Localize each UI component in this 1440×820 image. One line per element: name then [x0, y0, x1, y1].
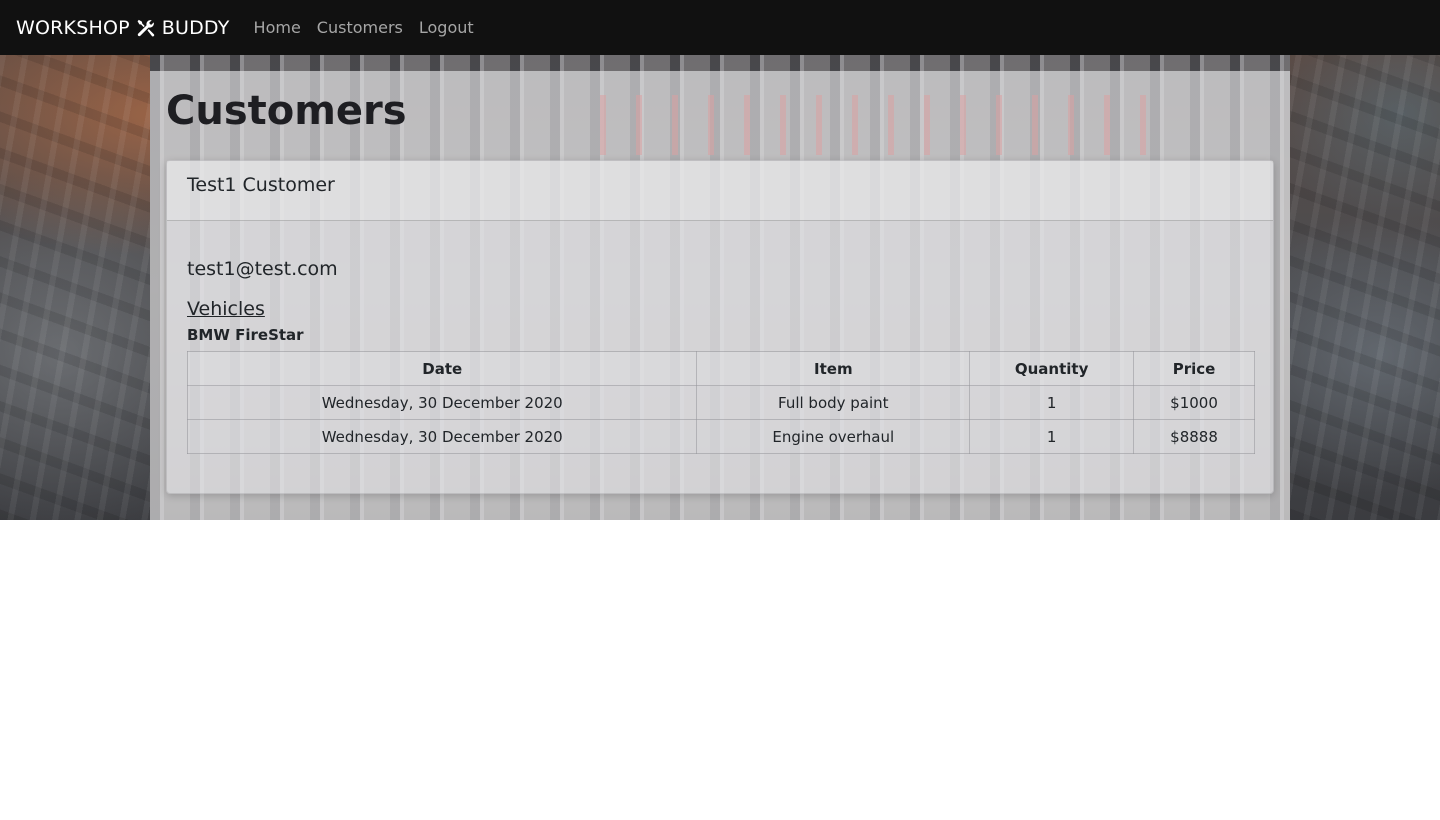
nav-link-logout[interactable]: Logout	[411, 18, 482, 37]
brand-text-right: BUDDY	[161, 16, 230, 39]
nav-links: Home Customers Logout	[246, 18, 482, 37]
column-header-item: Item	[696, 351, 971, 386]
table-row: Wednesday, 30 December 2020 Engine overh…	[186, 419, 1255, 454]
nav-link-home[interactable]: Home	[246, 18, 309, 37]
customer-email: test1@test.com	[187, 258, 338, 280]
cell-price: $1000	[1133, 385, 1255, 420]
cell-quantity: 1	[969, 385, 1135, 420]
navbar: WORKSHOP BUDDY Home Customers Logout	[0, 0, 1440, 55]
page-title: Customers	[166, 88, 407, 134]
column-header-quantity: Quantity	[969, 351, 1135, 386]
column-header-date: Date	[186, 351, 698, 386]
cell-price: $8888	[1133, 419, 1255, 454]
customer-name: Test1 Customer	[187, 174, 335, 196]
column-header-price: Price	[1133, 351, 1255, 386]
service-table: Date Item Quantity Price Wednesday, 30 D…	[186, 351, 1255, 454]
brand-text-left: WORKSHOP	[16, 16, 130, 39]
customer-card-body: test1@test.com Vehicles BMW FireStar Dat…	[167, 221, 1273, 454]
cell-quantity: 1	[969, 419, 1135, 454]
table-header-row: Date Item Quantity Price	[186, 351, 1255, 386]
tools-icon	[135, 17, 157, 39]
vehicle-name: BMW FireStar	[187, 326, 304, 344]
main-container: Customers Test1 Customer test1@test.com …	[150, 71, 1290, 520]
cell-item: Engine overhaul	[696, 419, 971, 454]
cell-item: Full body paint	[696, 385, 971, 420]
cell-date: Wednesday, 30 December 2020	[186, 385, 698, 420]
customer-card: Test1 Customer test1@test.com Vehicles B…	[166, 160, 1274, 494]
customer-card-header: Test1 Customer	[167, 161, 1273, 221]
nav-link-customers[interactable]: Customers	[309, 18, 411, 37]
brand-link[interactable]: WORKSHOP BUDDY	[16, 17, 230, 39]
cell-date: Wednesday, 30 December 2020	[186, 419, 698, 454]
table-row: Wednesday, 30 December 2020 Full body pa…	[186, 385, 1255, 420]
vehicles-heading-link[interactable]: Vehicles	[187, 297, 1253, 325]
